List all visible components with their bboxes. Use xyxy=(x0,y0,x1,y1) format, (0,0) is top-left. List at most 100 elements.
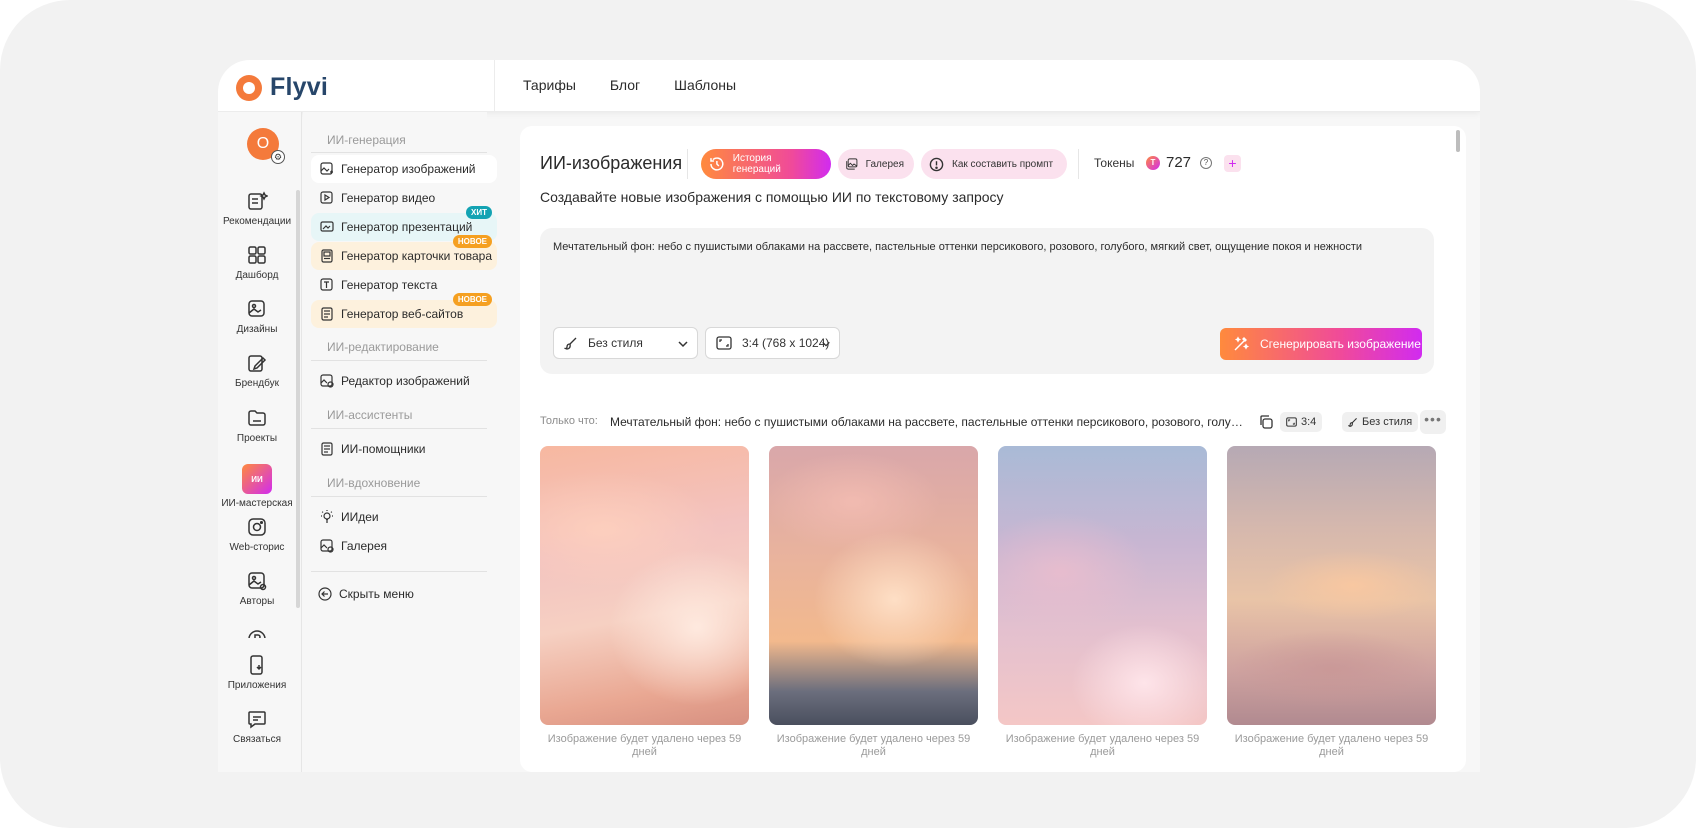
nav-pricing[interactable]: Тарифы xyxy=(523,77,576,93)
aspect-ratio-select[interactable]: 3:4 (768 x 1024) xyxy=(705,327,840,359)
rail-item-web-stories[interactable]: Web-сторис xyxy=(218,516,296,553)
page-subtitle: Создавайте новые изображения с помощью И… xyxy=(540,189,1004,205)
hide-menu-button[interactable]: Скрыть меню xyxy=(311,580,497,608)
lightbulb-icon xyxy=(321,510,333,523)
rail-label: Рекомендации xyxy=(222,216,292,227)
menu-item-image-generator[interactable]: Генератор изображений xyxy=(311,155,497,183)
menu-item-image-editor[interactable]: Редактор изображений xyxy=(311,367,497,395)
rail-item-dashboard[interactable]: Дашборд xyxy=(218,244,296,281)
rail-label: Web-сторис xyxy=(229,542,285,553)
tab-gallery[interactable]: Галерея xyxy=(838,149,914,179)
menu-item-ideas[interactable]: ИИдеи xyxy=(311,503,497,531)
rail-label: Дизайны xyxy=(236,324,278,335)
generated-image[interactable] xyxy=(998,446,1207,725)
generated-image[interactable] xyxy=(1227,446,1436,725)
gallery-icon xyxy=(846,158,858,170)
menu-item-product-card-generator[interactable]: Генератор карточки товара НОВОЕ xyxy=(311,235,497,270)
image-plus-icon xyxy=(320,162,333,175)
generated-image[interactable] xyxy=(769,446,978,725)
generate-image-button[interactable]: Сгенерировать изображение xyxy=(1220,328,1422,360)
tab-label: Как составить промпт xyxy=(952,158,1054,170)
rail-scrollbar[interactable] xyxy=(296,190,300,608)
top-nav: Тарифы Блог Шаблоны xyxy=(523,77,736,93)
ruble-icon xyxy=(248,630,266,638)
ai-workshop-icon: ИИ xyxy=(242,464,272,494)
menu-divider xyxy=(311,571,487,572)
aspect-ratio-icon xyxy=(716,336,732,350)
ratio-chip: 3:4 xyxy=(1280,412,1323,432)
rail-label: Авторы xyxy=(239,596,275,607)
arrow-left-circle-icon xyxy=(318,587,332,601)
rail-item-recommendations[interactable]: Рекомендации xyxy=(218,190,296,227)
rail-label: Брендбук xyxy=(235,378,279,389)
rail-item-brandbook[interactable]: Брендбук xyxy=(218,352,296,389)
menu-item-label: ИИ-помощники xyxy=(341,442,426,456)
website-icon xyxy=(321,307,333,321)
help-icon[interactable]: ? xyxy=(1200,157,1212,169)
header-divider xyxy=(494,60,495,112)
logo-icon xyxy=(236,74,262,101)
menu-item-label: Генератор текста xyxy=(341,278,438,292)
hot-badge: ХИТ xyxy=(466,206,492,219)
magic-wand-icon xyxy=(1234,336,1250,351)
menu-item-label: Генератор изображений xyxy=(341,162,476,176)
folder-icon xyxy=(248,410,266,426)
rail-item-designs[interactable]: Дизайны xyxy=(218,298,296,335)
tokens-label: Токены xyxy=(1094,156,1135,170)
main-panel: ИИ-изображения История генераций Галерея… xyxy=(520,126,1466,772)
generate-button-label: Сгенерировать изображение xyxy=(1260,337,1421,351)
copy-icon[interactable] xyxy=(1258,414,1274,430)
tab-how-to-prompt[interactable]: Как составить промпт xyxy=(921,149,1067,179)
main-scrollbar[interactable] xyxy=(1456,130,1460,152)
brush-icon xyxy=(564,337,577,350)
hide-menu-label: Скрыть меню xyxy=(339,587,414,601)
prompt-box[interactable]: Мечтательный фон: небо с пушистыми облак… xyxy=(540,228,1434,374)
tab-history[interactable]: История генераций xyxy=(701,149,831,179)
top-header: Flyvi Тарифы Блог Шаблоны xyxy=(218,60,1480,112)
product-card-icon xyxy=(321,249,333,263)
menu-item-ai-assistants[interactable]: ИИ-помощники xyxy=(311,435,497,463)
menu-item-label: Генератор презентаций xyxy=(341,220,473,234)
menu-category-assistants: ИИ-ассистенты xyxy=(327,408,413,422)
menu-item-website-generator[interactable]: Генератор веб-сайтов НОВОЕ xyxy=(311,293,497,328)
rail-item-contact[interactable]: Связаться xyxy=(218,708,296,745)
title-divider xyxy=(687,149,688,179)
prompt-input[interactable]: Мечтательный фон: небо с пушистыми облак… xyxy=(553,241,1362,253)
nav-templates[interactable]: Шаблоны xyxy=(674,77,736,93)
logo-text: Flyvi xyxy=(270,73,328,101)
logo[interactable]: Flyvi xyxy=(236,73,328,102)
menu-category-generation: ИИ-генерация xyxy=(327,133,406,147)
recommendations-icon xyxy=(248,191,268,210)
menu-divider xyxy=(311,428,487,429)
rail-item-ai-workshop[interactable]: ИИ ИИ-мастерская xyxy=(218,464,296,509)
brandbook-icon xyxy=(248,355,267,372)
gear-icon[interactable]: ⚙ xyxy=(271,150,285,164)
menu-item-gallery[interactable]: Галерея xyxy=(311,532,497,560)
more-options-button[interactable]: ••• xyxy=(1420,410,1446,434)
presentation-icon xyxy=(320,221,334,232)
authors-icon xyxy=(248,572,267,591)
menu-item-label: Редактор изображений xyxy=(341,374,470,388)
style-chip-label: Без стиля xyxy=(1362,416,1413,428)
rail-label: ИИ-мастерская xyxy=(221,498,293,509)
image-caption: Изображение будет удалено через 59 дней xyxy=(1234,733,1429,758)
info-icon xyxy=(929,157,944,171)
add-tokens-button[interactable]: + xyxy=(1224,155,1241,172)
rail-item-apps[interactable]: Приложения xyxy=(218,654,296,691)
rail-item-projects[interactable]: Проекты xyxy=(218,407,296,444)
rail-label: Проекты xyxy=(236,433,278,444)
style-select-value: Без стиля xyxy=(588,336,643,350)
generated-image[interactable] xyxy=(540,446,749,725)
style-select[interactable]: Без стиля xyxy=(553,327,698,359)
rail-item-authors[interactable]: Авторы xyxy=(218,570,296,607)
menu-category-inspiration: ИИ-вдохновение xyxy=(327,476,421,490)
dashboard-icon xyxy=(248,246,266,264)
rail-item-partial[interactable] xyxy=(218,628,296,638)
nav-blog[interactable]: Блог xyxy=(610,77,640,93)
image-caption: Изображение будет удалено через 59 дней xyxy=(547,733,742,758)
rail-label: Связаться xyxy=(233,734,281,745)
page-title: ИИ-изображения xyxy=(540,153,683,173)
chevron-down-icon xyxy=(678,341,688,348)
text-icon xyxy=(320,278,333,291)
new-badge: НОВОЕ xyxy=(452,235,492,248)
